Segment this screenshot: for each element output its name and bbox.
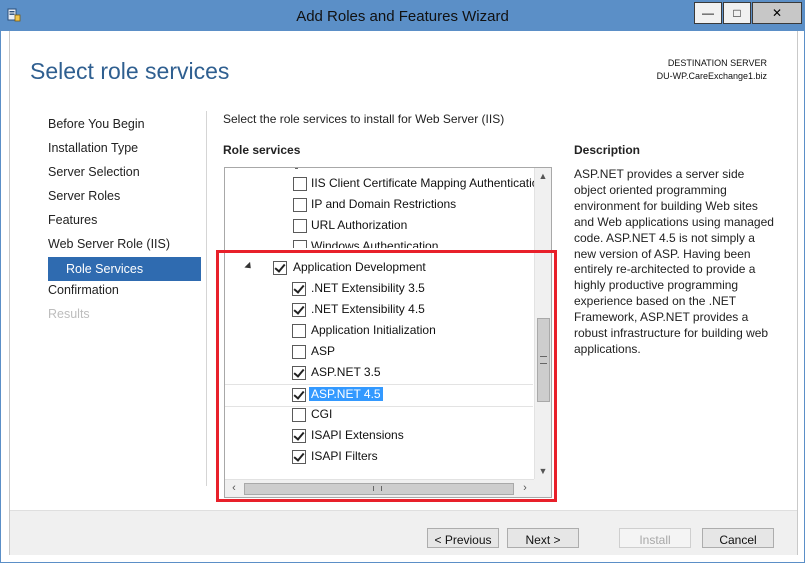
instruction-text: Select the role services to install for … xyxy=(223,112,505,126)
grip-icon xyxy=(540,356,547,364)
vertical-scrollbar[interactable]: ▲ ▼ xyxy=(534,168,551,479)
grip-icon xyxy=(373,486,382,491)
next-button[interactable]: Next > xyxy=(507,528,579,548)
nav-divider xyxy=(206,111,207,486)
tree-item-label: ASP.NET 3.5 xyxy=(311,365,381,379)
checkbox[interactable] xyxy=(292,324,306,338)
nav-item-server-roles[interactable]: Server Roles xyxy=(48,187,218,211)
tree-item-isapi-filters[interactable]: ISAPI Filters xyxy=(225,447,533,468)
checkbox[interactable] xyxy=(273,261,287,275)
tree-item-label: Application Development xyxy=(293,260,426,274)
tree-item-asp[interactable]: ASP xyxy=(225,342,533,363)
role-services-heading: Role services xyxy=(223,143,301,157)
checkbox[interactable] xyxy=(293,219,307,233)
tree-item-label: .NET Extensibility 3.5 xyxy=(311,281,425,295)
previous-button[interactable]: < Previous xyxy=(427,528,499,548)
vertical-scroll-thumb[interactable] xyxy=(537,318,550,402)
cancel-button[interactable]: Cancel xyxy=(702,528,774,548)
page-title: Select role services xyxy=(30,58,230,84)
checkbox[interactable] xyxy=(293,198,307,212)
tree-item-net-ext-35[interactable]: .NET Extensibility 3.5 xyxy=(225,279,533,300)
tree-item-label: IIS Client Certificate Mapping Authentic… xyxy=(311,176,546,190)
tree-item-aspnet-35[interactable]: ASP.NET 3.5 xyxy=(225,363,533,384)
tree-item-application-development[interactable]: Application Development xyxy=(225,258,533,279)
destination-server: DESTINATION SERVER DU-WP.CareExchange1.b… xyxy=(657,57,767,83)
minimize-button[interactable]: — xyxy=(694,2,722,24)
tree-item-iis-client-cert[interactable]: IIS Client Certificate Mapping Authentic… xyxy=(225,174,545,195)
install-button: Install xyxy=(619,528,691,548)
tree-item-isapi-extensions[interactable]: ISAPI Extensions xyxy=(225,426,533,447)
destination-server-name: DU-WP.CareExchange1.biz xyxy=(656,71,767,81)
tree-item-label: URL Authorization xyxy=(311,218,408,232)
wizard-window: Add Roles and Features Wizard — □ ✕ Sele… xyxy=(0,0,805,563)
maximize-button[interactable]: □ xyxy=(723,2,751,24)
destination-server-label: DESTINATION SERVER xyxy=(667,58,767,68)
checkbox[interactable] xyxy=(292,366,306,380)
tree-item-label: ASP xyxy=(311,344,336,358)
tree-item-app-init[interactable]: Application Initialization xyxy=(225,321,533,342)
scroll-right-arrow-icon[interactable]: › xyxy=(517,480,533,497)
checkbox[interactable] xyxy=(292,408,306,422)
tree-item-windows-auth[interactable]: Windows Authentication xyxy=(225,237,533,248)
tree-item-label: IP and Domain Restrictions xyxy=(311,197,457,211)
tree-item-aspnet-45[interactable]: ASP.NET 4.5 xyxy=(225,384,533,407)
tree-line-fragment xyxy=(295,168,298,169)
horizontal-scroll-thumb[interactable] xyxy=(244,483,514,495)
tree-item-label: ASP.NET 4.5 xyxy=(309,387,383,401)
horizontal-scrollbar[interactable]: ‹ › xyxy=(225,479,534,497)
tree-item-label: Windows Authentication xyxy=(311,239,439,248)
wizard-footer: < Previous Next > Install Cancel xyxy=(10,510,797,555)
nav-item-features[interactable]: Features xyxy=(48,211,218,235)
description-text: ASP.NET provides a server side object or… xyxy=(574,167,774,356)
title-bar[interactable]: Add Roles and Features Wizard — □ ✕ xyxy=(1,1,804,31)
checkbox[interactable] xyxy=(293,177,307,191)
tree-item-ip-domain[interactable]: IP and Domain Restrictions xyxy=(225,195,533,216)
checkbox[interactable] xyxy=(292,282,306,296)
checkbox[interactable] xyxy=(292,303,306,317)
description-heading: Description xyxy=(574,143,641,157)
close-button[interactable]: ✕ xyxy=(752,2,802,24)
nav-item-before-you-begin[interactable]: Before You Begin xyxy=(48,115,218,139)
scroll-down-arrow-icon[interactable]: ▼ xyxy=(535,463,551,479)
nav-item-web-server-role[interactable]: Web Server Role (IIS) xyxy=(48,235,218,259)
role-services-tree[interactable]: IIS Client Certificate Mapping Authentic… xyxy=(224,167,552,498)
tree-item-label: .NET Extensibility 4.5 xyxy=(311,302,425,316)
collapse-arrow-icon[interactable] xyxy=(244,261,254,272)
checkbox[interactable] xyxy=(292,450,306,464)
scroll-up-arrow-icon[interactable]: ▲ xyxy=(535,168,551,184)
tree-item-net-ext-45[interactable]: .NET Extensibility 4.5 xyxy=(225,300,533,321)
checkbox[interactable] xyxy=(292,429,306,443)
nav-item-installation-type[interactable]: Installation Type xyxy=(48,139,218,163)
wizard-client-area: Select role services DESTINATION SERVER … xyxy=(9,31,798,555)
tree-item-label: ISAPI Extensions xyxy=(311,428,404,442)
checkbox[interactable] xyxy=(292,388,306,402)
tree-item-label: CGI xyxy=(311,407,333,421)
tree-item-label: ISAPI Filters xyxy=(311,449,378,463)
wizard-nav: Before You Begin Installation Type Serve… xyxy=(48,115,218,329)
checkbox[interactable] xyxy=(293,240,307,248)
nav-item-role-services[interactable]: Role Services xyxy=(48,257,201,281)
window-title: Add Roles and Features Wizard xyxy=(296,8,509,25)
nav-item-confirmation[interactable]: Confirmation xyxy=(48,281,218,305)
tree-item-url-auth[interactable]: URL Authorization xyxy=(225,216,533,237)
tree-item-cgi[interactable]: CGI xyxy=(225,405,533,426)
tree-item-label: Application Initialization xyxy=(311,323,436,337)
checkbox[interactable] xyxy=(292,345,306,359)
nav-item-server-selection[interactable]: Server Selection xyxy=(48,163,218,187)
scroll-corner xyxy=(534,479,551,497)
scroll-left-arrow-icon[interactable]: ‹ xyxy=(226,480,242,497)
nav-item-results: Results xyxy=(48,307,90,321)
